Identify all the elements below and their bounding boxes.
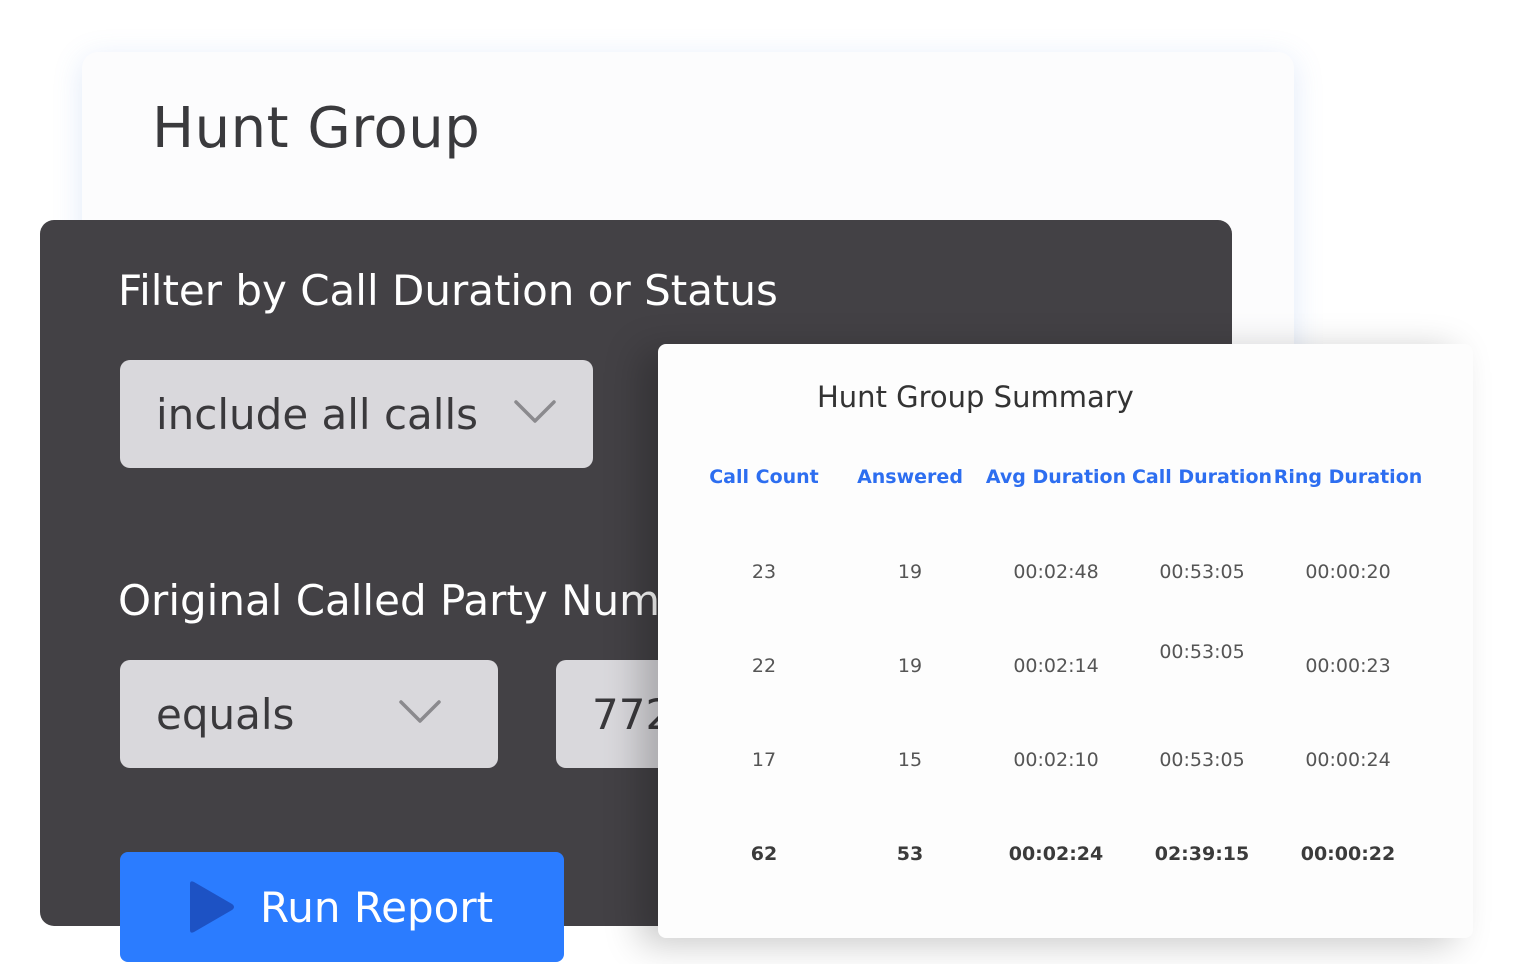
run-report-label: Run Report [260, 882, 494, 932]
total-cell: 53 [896, 843, 924, 865]
table-cell: 00:53:05 [1159, 561, 1245, 583]
total-cell: 02:39:15 [1154, 843, 1250, 865]
table-cell: 22 [751, 655, 777, 677]
total-cell: 00:00:22 [1300, 843, 1396, 865]
hunt-group-summary-card: Hunt Group Summary Call Count Answered A… [658, 344, 1473, 938]
run-report-button[interactable]: Run Report [120, 852, 564, 962]
play-icon [190, 881, 234, 933]
duration-status-select[interactable]: include all calls [120, 360, 593, 468]
table-cell: 00:02:10 [1013, 749, 1099, 771]
column-header-call-duration[interactable]: Call Duration [1127, 466, 1277, 488]
chevron-down-icon [514, 400, 556, 423]
operator-select-value: equals [156, 689, 295, 739]
total-cell: 62 [750, 843, 778, 865]
called-party-heading: Original Called Party Number [118, 576, 730, 625]
column-header-ring-duration[interactable]: Ring Duration [1273, 466, 1423, 488]
duration-filter-heading: Filter by Call Duration or Status [118, 266, 778, 315]
table-cell: 00:02:48 [1013, 561, 1099, 583]
table-cell: 15 [897, 749, 923, 771]
duration-status-select-value: include all calls [156, 389, 478, 439]
column-header-answered[interactable]: Answered [835, 466, 985, 488]
table-cell: 00:53:05 [1159, 749, 1245, 771]
table-cell: 17 [751, 749, 777, 771]
table-cell: 00:00:20 [1305, 561, 1391, 583]
table-cell: 19 [897, 655, 923, 677]
table-cell: 00:02:14 [1013, 655, 1099, 677]
table-cell: 23 [751, 561, 777, 583]
chevron-down-icon [399, 700, 441, 723]
table-cell: 00:00:23 [1305, 655, 1391, 677]
summary-title-wrap: Hunt Group Summary [817, 380, 1134, 414]
stage: Hunt Group Filter by Call Duration or St… [0, 0, 1523, 964]
column-header-avg-duration[interactable]: Avg Duration [981, 466, 1131, 488]
operator-select[interactable]: equals [120, 660, 498, 768]
page-title: Hunt Group [152, 96, 481, 161]
column-header-call-count[interactable]: Call Count [689, 466, 839, 488]
summary-title: Hunt Group Summary [817, 380, 1134, 414]
table-cell: 19 [897, 561, 923, 583]
total-cell: 00:02:24 [1008, 843, 1104, 865]
table-cell: 00:53:05 [1159, 641, 1245, 663]
table-cell: 00:00:24 [1305, 749, 1391, 771]
